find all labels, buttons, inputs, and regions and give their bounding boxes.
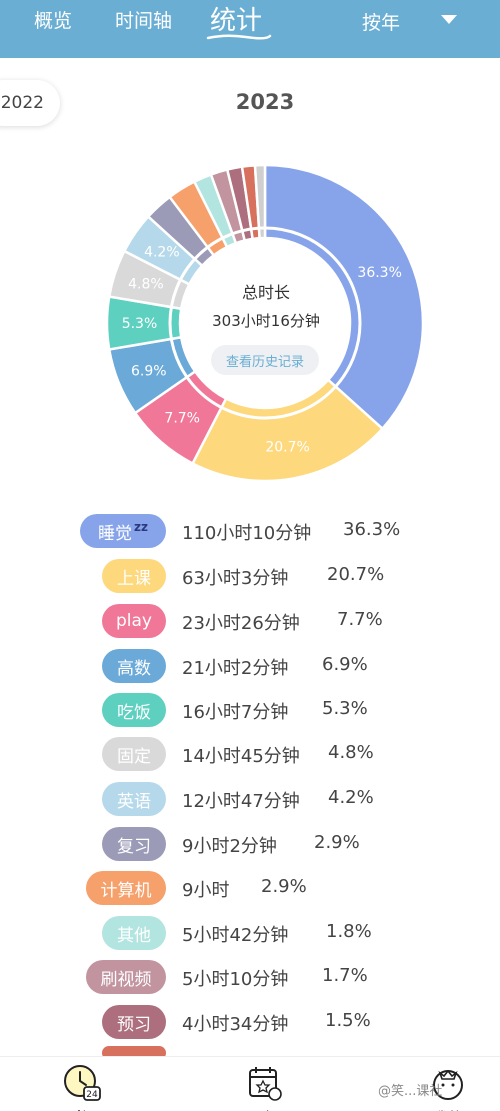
category-pill: 固定 [102,737,166,771]
percent-text: 36.3% [343,519,401,540]
percent-text: 6.9% [322,654,368,675]
duration-text: 14小时45分钟 [182,746,300,767]
list-item[interactable]: 固定 14小时45分钟 4.8% [0,734,500,774]
percent-text: 2.9% [261,876,307,897]
list-item[interactable]: 吃饭 16小时7分钟 5.3% [0,690,500,730]
tab-statistics[interactable]: 统计 [210,0,262,37]
bottom-tab-goal-label: 目标 [234,1107,294,1111]
slice-percent-label: 4.2% [144,245,180,261]
category-pill: 睡觉 zz [80,514,166,548]
percent-text: 5.3% [322,698,368,719]
sleep-zz-icon: zz [134,520,148,534]
list-item[interactable]: 预习 4小时34分钟 1.5% [0,1002,500,1042]
list-item[interactable]: 高数 21小时2分钟 6.9% [0,646,500,686]
slice-percent-label: 5.3% [122,316,158,332]
percent-text: 20.7% [327,564,385,585]
category-pill: 刷视频 [86,960,166,994]
percent-text: 4.8% [328,742,374,763]
slice-percent-label: 4.8% [128,276,164,292]
slice-percent-label: 7.7% [164,410,200,426]
tab-overview[interactable]: 概览 [34,6,72,33]
duration-text: 9小时2分钟 [182,836,277,857]
duration-text: 21小时2分钟 [182,658,289,679]
duration-text: 16小时7分钟 [182,702,289,723]
category-pill: 其他 [102,916,166,950]
duration-text: 9小时 [182,880,230,901]
slice-percent-label: 36.3% [357,265,401,281]
category-pill: 复习 [102,827,166,861]
list-item[interactable]: 睡觉 zz 110小时10分钟 36.3% [0,511,500,551]
bottom-tab-time-label: 时间 [52,1107,112,1111]
clock-24-icon: 24 [64,1065,101,1101]
category-pill: 英语 [102,782,166,816]
bottom-tab-time[interactable]: 24 时间 [52,1063,112,1111]
duration-text: 12小时47分钟 [182,791,300,812]
view-history-button[interactable]: 查看历史记录 [211,345,319,375]
slice-percent-label: 20.7% [265,439,309,455]
bottom-tab-mine-label: 我的 [418,1107,478,1111]
chevron-down-icon[interactable] [441,15,457,24]
category-pill: 上课 [102,559,166,593]
tab-timeline[interactable]: 时间轴 [115,6,172,33]
percent-text: 4.2% [328,787,374,808]
list-item[interactable]: 英语 12小时47分钟 4.2% [0,779,500,819]
duration-text: 110小时10分钟 [182,523,312,544]
list-item[interactable]: play 23小时26分钟 7.7% [0,601,500,641]
list-item[interactable]: 刷视频 5小时10分钟 1.7% [0,957,500,997]
category-pill: 高数 [102,649,166,683]
slice-percent-label: 6.9% [131,363,167,379]
duration-text: 5小时42分钟 [182,925,289,946]
total-duration-label: 总时长 [241,283,290,302]
watermark-text: @笑...课社 [378,1084,443,1099]
category-pill: 计算机 [86,871,166,905]
calendar-check-icon [249,1067,282,1101]
top-nav-bar: 概览 时间轴 统计 按年 [0,0,500,58]
list-item[interactable]: 计算机 9小时 2.9% [0,868,500,908]
percent-text: 1.5% [325,1010,371,1031]
percent-text: 1.7% [322,965,368,986]
list-item[interactable]: 上课 63小时3分钟 20.7% [0,556,500,596]
duration-text: 23小时26分钟 [182,613,300,634]
period-mode-select[interactable]: 按年 [362,8,400,35]
duration-text: 63小时3分钟 [182,568,289,589]
list-item[interactable]: 其他 5小时42分钟 1.8% [0,913,500,953]
percent-text: 7.7% [337,609,383,630]
percent-text: 2.9% [314,832,360,853]
category-pill: 吃饭 [102,693,166,727]
duration-text: 5小时10分钟 [182,969,289,990]
total-duration-value: 303小时16分钟 [212,312,320,330]
duration-text: 4小时34分钟 [182,1014,289,1035]
svg-text:24: 24 [86,1090,98,1100]
current-year-title: 2023 [235,90,295,114]
percent-text: 1.8% [326,921,372,942]
category-pill: play [102,604,166,638]
bottom-tab-goal[interactable]: 目标 [234,1063,294,1111]
active-tab-underline [206,34,272,40]
list-item[interactable]: 复习 9小时2分钟 2.9% [0,824,500,864]
category-pill: 预习 [102,1005,166,1039]
